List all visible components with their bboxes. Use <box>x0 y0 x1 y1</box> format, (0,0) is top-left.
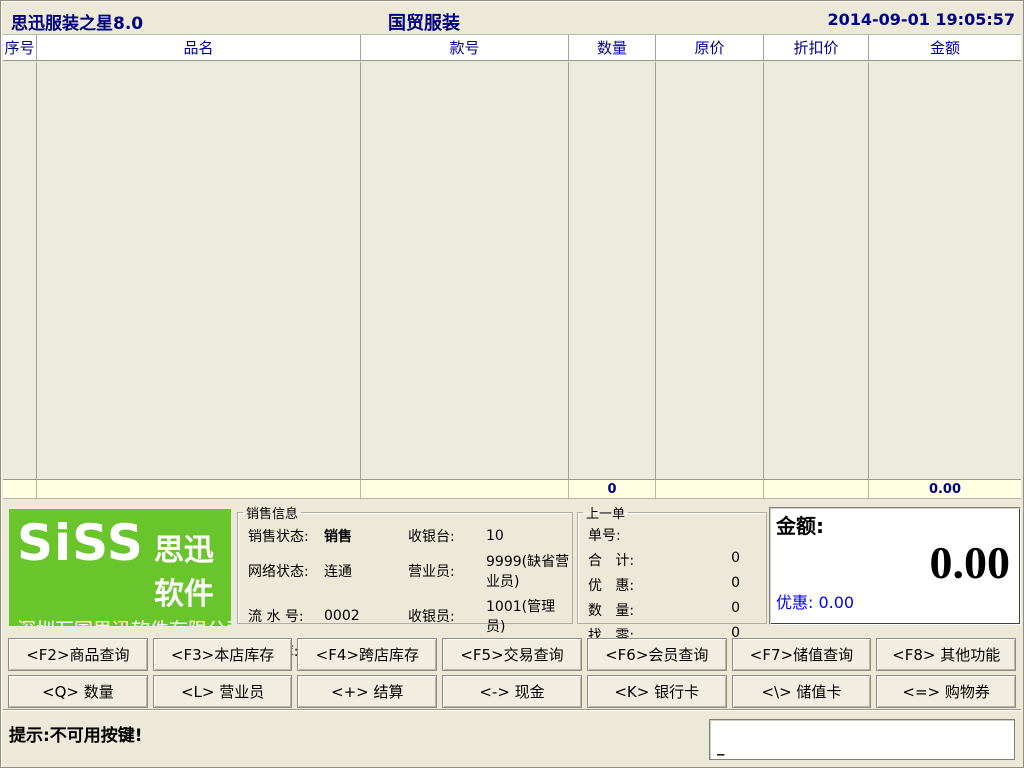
clerk-label: 营业员: <box>408 561 486 581</box>
btn-f5-transaction-query[interactable]: <F5>交易查询 <box>442 638 582 671</box>
col-header-amount: 金额 <box>869 35 1021 60</box>
serial-no-label: 流 水 号: <box>248 606 324 626</box>
barcode-input[interactable]: _ <box>709 719 1015 760</box>
register-label: 收银台: <box>408 526 486 546</box>
clerk-value: 9999(缺省营业员) <box>486 551 572 591</box>
brand-logo-cn: 思迅软件 <box>154 525 223 613</box>
col-header-orig-price: 原价 <box>656 35 764 60</box>
text-cursor: _ <box>717 738 725 756</box>
totals-row: 0 0.00 <box>3 479 1021 499</box>
btn-equals-coupon[interactable]: <=> 购物券 <box>876 675 1016 708</box>
sales-info-group: 销售信息 销售状态: 销售 收银台: 10 网络状态: 连通 营业员: 9999… <box>237 503 573 624</box>
last-order-total-value: 0 <box>731 550 766 570</box>
btn-minus-cash[interactable]: <-> 现金 <box>442 675 582 708</box>
datetime-display: 2014-09-01 19:05:57 <box>827 10 1015 29</box>
btn-f4-crossstore-stock[interactable]: <F4>跨店库存 <box>297 638 437 671</box>
amount-value: 0.00 <box>776 539 1010 587</box>
col-header-style-no: 款号 <box>361 35 569 60</box>
serial-no-value: 0002 <box>324 608 408 624</box>
last-order-group: 上一单 单号: 合 计: 0 优 惠: 0 数 量: 0 <box>577 503 767 624</box>
btn-backslash-stored-card[interactable]: <\> 储值卡 <box>732 675 872 708</box>
body-col-style-no <box>361 62 569 479</box>
btn-k-bank-card[interactable]: <K> 银行卡 <box>587 675 727 708</box>
amount-label: 金额: <box>776 510 1014 539</box>
info-section: SiSS 思迅软件 深圳万国思迅软件有限公司 www.siss.com.cn 销… <box>3 500 1021 633</box>
last-order-title: 上一单 <box>583 503 628 522</box>
body-col-product-name <box>37 62 361 479</box>
btn-l-salesclerk[interactable]: <L> 营业员 <box>153 675 293 708</box>
status-hint: 提示:不可用按键! <box>9 721 143 746</box>
last-order-discount-label: 优 惠: <box>588 575 634 595</box>
amount-display-panel: 金额: 0.00 优惠: 0.00 <box>769 507 1021 625</box>
network-status-label: 网络状态: <box>248 561 324 581</box>
body-col-orig-price <box>656 62 764 479</box>
btn-f7-stored-value-query[interactable]: <F7>储值查询 <box>732 638 872 671</box>
sale-status-value: 销售 <box>324 526 408 546</box>
body-col-amount <box>869 62 1021 479</box>
sale-items-header: 序号 品名 款号 数量 原价 折扣价 金额 <box>3 35 1021 61</box>
sale-items-list <box>3 62 1021 479</box>
app-title: 思迅服装之星8.0 <box>11 9 143 34</box>
store-name: 国贸服装 <box>388 9 460 35</box>
total-amount: 0.00 <box>869 480 1021 498</box>
sales-info-title: 销售信息 <box>243 503 301 522</box>
function-button-row: <F2>商品查询 <F3>本店库存 <F4>跨店库存 <F5>交易查询 <F6>… <box>3 638 1021 671</box>
col-header-seq: 序号 <box>3 35 37 60</box>
btn-f3-store-stock[interactable]: <F3>本店库存 <box>153 638 293 671</box>
body-col-quantity <box>569 62 656 479</box>
last-order-discount-value: 0 <box>731 575 766 595</box>
col-header-discount-price: 折扣价 <box>764 35 869 60</box>
title-bar: 思迅服装之星8.0 国贸服装 2014-09-01 19:05:57 <box>3 3 1021 35</box>
brand-logo-text: SiSS <box>17 515 144 571</box>
body-col-discount-price <box>764 62 869 479</box>
col-header-quantity: 数量 <box>569 35 656 60</box>
body-col-seq <box>3 62 37 479</box>
network-status-value: 连通 <box>324 561 408 581</box>
cashier-value: 1001(管理员) <box>486 596 572 636</box>
status-bar: 提示:不可用按键! _ <box>3 709 1021 765</box>
btn-plus-settle[interactable]: <+> 结算 <box>297 675 437 708</box>
register-value: 10 <box>486 528 572 544</box>
btn-f6-member-query[interactable]: <F6>会员查询 <box>587 638 727 671</box>
last-order-total-label: 合 计: <box>588 550 634 570</box>
company-name: 深圳万国思迅软件有限公司 <box>17 615 223 626</box>
col-header-product-name: 品名 <box>37 35 361 60</box>
vendor-logo: SiSS 思迅软件 深圳万国思迅软件有限公司 www.siss.com.cn <box>9 509 231 626</box>
shortcut-button-row: <Q> 数量 <L> 营业员 <+> 结算 <-> 现金 <K> 银行卡 <\>… <box>3 675 1021 708</box>
amount-discount: 优惠: 0.00 <box>776 589 1014 613</box>
last-order-no-label: 单号: <box>588 525 621 545</box>
btn-f8-other-functions[interactable]: <F8> 其他功能 <box>876 638 1016 671</box>
last-order-quantity-label: 数 量: <box>588 600 634 620</box>
cashier-label: 收银员: <box>408 606 486 626</box>
pos-window: 思迅服装之星8.0 国贸服装 2014-09-01 19:05:57 序号 品名… <box>0 0 1024 768</box>
total-quantity: 0 <box>569 480 656 498</box>
btn-f2-product-query[interactable]: <F2>商品查询 <box>8 638 148 671</box>
last-order-quantity-value: 0 <box>731 600 766 620</box>
btn-q-quantity[interactable]: <Q> 数量 <box>8 675 148 708</box>
sale-status-label: 销售状态: <box>248 526 324 546</box>
